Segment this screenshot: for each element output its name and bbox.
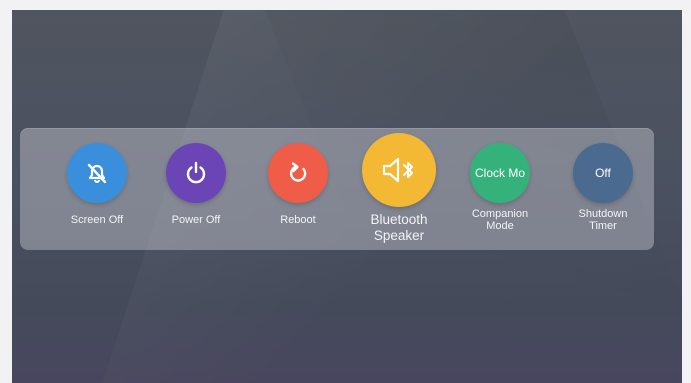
- quick-actions-panel: Screen Off Power Off Reboot Bluetooth Sp…: [20, 128, 654, 250]
- screen-off-circle: [67, 143, 127, 203]
- shutdown-timer-value: Off: [595, 166, 611, 180]
- companion-mode-value: Clock Mo: [474, 166, 525, 180]
- shutdown-timer-label: Shutdown Timer: [578, 208, 628, 232]
- companion-mode-label: Companion Mode: [471, 208, 529, 232]
- companion-mode-circle: Clock Mo: [470, 143, 530, 203]
- screen-off-label: Screen Off: [70, 214, 124, 226]
- power-off-button[interactable]: Power Off: [146, 128, 246, 250]
- shutdown-timer-button[interactable]: Off Shutdown Timer: [553, 128, 653, 250]
- bluetooth-speaker-label: Bluetooth Speaker: [370, 212, 428, 243]
- reboot-button[interactable]: Reboot: [248, 128, 348, 250]
- bluetooth-speaker-circle: [362, 133, 436, 207]
- bluetooth-speaker-button[interactable]: Bluetooth Speaker: [349, 128, 449, 250]
- screen-off-button[interactable]: Screen Off: [47, 128, 147, 250]
- reboot-circle: [268, 143, 328, 203]
- companion-mode-button[interactable]: Clock Mo Companion Mode: [450, 128, 550, 250]
- shutdown-timer-circle: Off: [573, 143, 633, 203]
- power-off-label: Power Off: [171, 214, 221, 226]
- power-off-circle: [166, 143, 226, 203]
- bluetooth-speaker-icon: [382, 157, 413, 183]
- power-icon: [186, 161, 206, 184]
- reboot-label: Reboot: [280, 214, 316, 226]
- reboot-icon: [289, 162, 307, 182]
- screen-off-icon: [87, 163, 107, 184]
